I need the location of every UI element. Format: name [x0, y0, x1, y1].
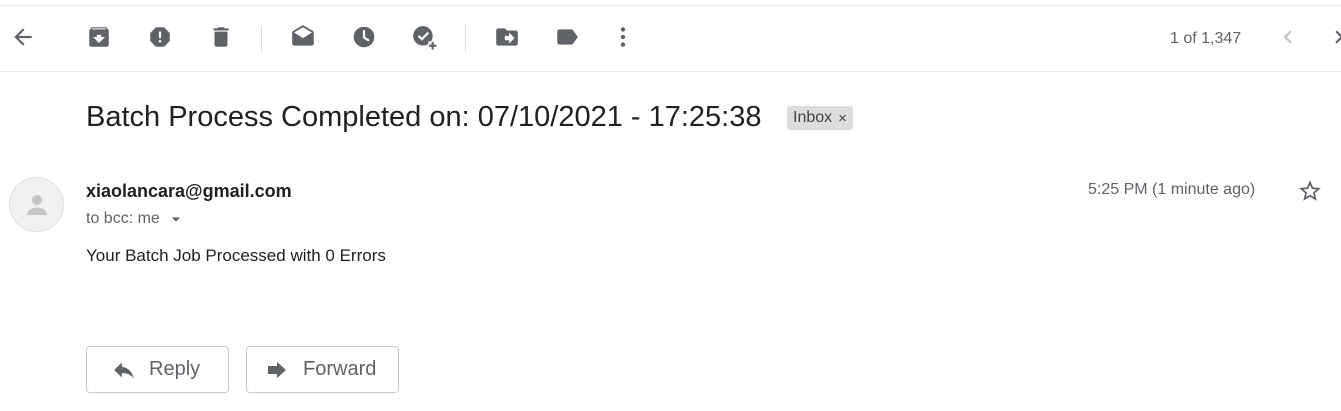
forward-label: Forward [303, 358, 377, 380]
reply-icon [111, 357, 137, 383]
label-chip-text: Inbox [793, 109, 833, 126]
forward-icon [265, 358, 289, 382]
avatar [9, 177, 64, 232]
message-toolbar: 1 of 1,347 [0, 6, 1341, 72]
toolbar-separator [465, 26, 466, 52]
star-icon[interactable] [1297, 178, 1323, 204]
recipients-line: to bcc: me [86, 209, 186, 229]
delete-icon[interactable] [208, 24, 234, 50]
caret-down-icon [171, 217, 180, 222]
recipients-text: to bcc: me [86, 210, 160, 227]
forward-button[interactable]: Forward [246, 346, 399, 393]
move-to-icon[interactable] [494, 24, 520, 50]
show-details-dropdown[interactable] [166, 209, 186, 229]
message-time: 5:25 PM (1 minute ago) [1088, 181, 1256, 198]
snooze-icon[interactable] [351, 24, 377, 50]
pager-count: 1 of 1,347 [1170, 30, 1242, 47]
add-task-icon[interactable] [411, 24, 437, 50]
report-spam-icon[interactable] [147, 24, 173, 50]
message-body: Your Batch Job Processed with 0 Errors [86, 246, 386, 265]
label-icon[interactable] [554, 24, 580, 50]
more-vert-icon[interactable] [610, 24, 636, 50]
back-arrow-icon[interactable] [10, 24, 36, 50]
older-chevron-right-icon[interactable] [1326, 24, 1341, 50]
sender-email[interactable]: xiaolancara@gmail.com [86, 181, 292, 202]
reply-button[interactable]: Reply [86, 346, 229, 393]
inbox-label-chip: Inbox × [787, 106, 853, 130]
message-subject: Batch Process Completed on: 07/10/2021 -… [86, 101, 762, 133]
reply-label: Reply [149, 358, 201, 380]
remove-label-button[interactable]: × [838, 110, 847, 127]
mark-unread-icon[interactable] [290, 24, 316, 50]
person-icon [26, 194, 47, 215]
newer-chevron-left-icon[interactable] [1275, 24, 1301, 50]
toolbar-separator [261, 26, 262, 52]
archive-icon[interactable] [86, 24, 112, 50]
